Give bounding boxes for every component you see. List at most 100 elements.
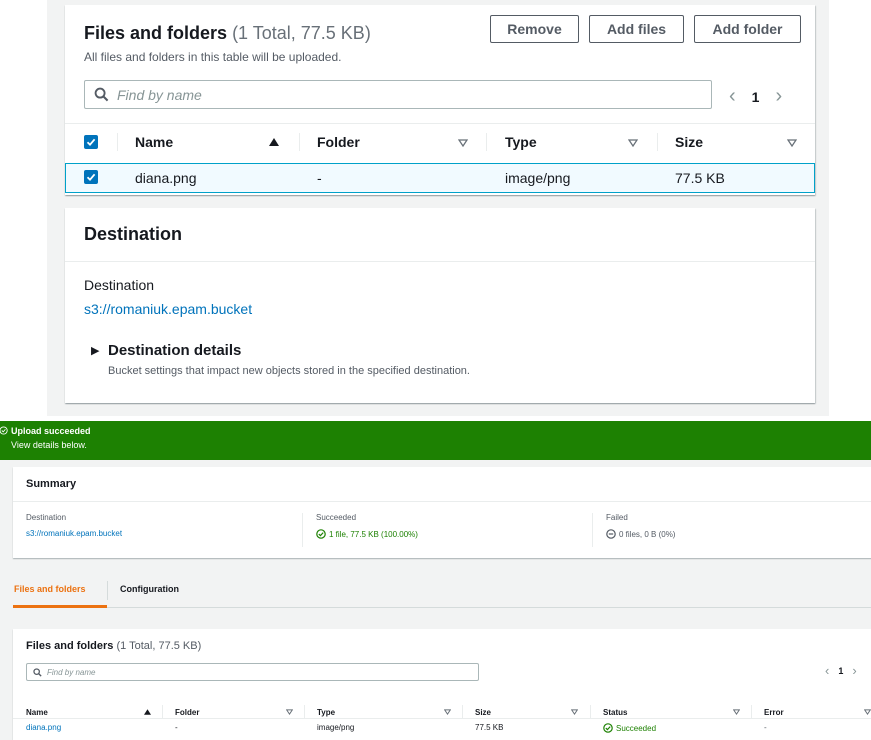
column-header-folder[interactable]: Folder — [175, 708, 199, 717]
search-input[interactable]: Find by name — [84, 80, 712, 109]
column-header-name[interactable]: Name — [26, 708, 48, 717]
column-header-type[interactable]: Type — [317, 708, 335, 717]
cell-error: - — [764, 723, 767, 732]
summary-failed: Failed 0 files, 0 B (0%) — [606, 513, 675, 539]
sort-icon[interactable] — [458, 139, 468, 147]
column-header-folder[interactable]: Folder — [317, 134, 360, 150]
sort-icon[interactable] — [286, 709, 293, 715]
column-header-size[interactable]: Size — [675, 134, 703, 150]
pagination: ‹ 1 › — [729, 85, 782, 108]
tab-files-and-folders[interactable]: Files and folders — [14, 584, 86, 594]
success-flashbar: Upload succeeded View details below. — [0, 421, 871, 460]
search-placeholder: Find by name — [47, 667, 96, 677]
search-icon — [85, 87, 117, 102]
files-status-title: Files and folders — [26, 640, 114, 652]
destination-heading: Destination — [84, 224, 183, 244]
success-icon — [0, 426, 8, 435]
previous-page-icon[interactable]: ‹ — [825, 663, 829, 678]
summary-succeeded-value: 1 file, 77.5 KB (100.00%) — [329, 529, 418, 539]
table-row[interactable]: diana.png - image/png 77.5 KB — [65, 163, 815, 193]
select-all-checkbox[interactable] — [84, 135, 98, 149]
cell-type: image/png — [505, 170, 571, 186]
files-heading-title: Files and folders — [84, 23, 228, 43]
destination-link[interactable]: s3://romaniuk.epam.bucket — [84, 301, 252, 317]
sort-icon[interactable] — [787, 139, 797, 147]
column-divider — [590, 705, 591, 719]
panel-header-divider — [65, 261, 815, 262]
files-description: All files and folders in this table will… — [84, 50, 342, 64]
table-header-top-border — [65, 123, 815, 124]
column-divider — [462, 705, 463, 719]
active-tab-indicator — [13, 605, 107, 608]
column-divider — [657, 133, 658, 151]
summary-destination-link[interactable]: s3://romaniuk.epam.bucket — [26, 529, 122, 538]
column-divider — [162, 705, 163, 719]
column-header-status[interactable]: Status — [603, 708, 627, 717]
summary-succeeded-label: Succeeded — [316, 513, 357, 522]
files-and-folders-panel: Files and folders (1 Total, 77.5 KB) All… — [65, 5, 815, 195]
cell-name: diana.png — [135, 170, 197, 186]
add-files-button[interactable]: Add files — [589, 15, 684, 43]
add-folder-button[interactable]: Add folder — [694, 15, 801, 43]
cell-size: 77.5 KB — [675, 170, 725, 186]
next-page-icon[interactable]: › — [852, 663, 856, 678]
cell-folder: - — [317, 170, 322, 186]
destination-label: Destination — [84, 277, 155, 293]
destination-details-toggle[interactable]: Destination details — [108, 342, 241, 359]
column-header-size[interactable]: Size — [475, 708, 491, 717]
summary-destination: Destination s3://romaniuk.epam.bucket — [26, 513, 122, 538]
tab-bar: Files and folders Configuration — [13, 572, 871, 608]
sort-icon[interactable] — [864, 709, 871, 715]
column-header-error[interactable]: Error — [764, 708, 784, 717]
flash-title: Upload succeeded — [11, 426, 91, 436]
pagination: ‹ 1 › — [825, 663, 857, 678]
column-divider — [117, 133, 118, 151]
summary-succeeded: Succeeded 1 file, 77.5 KB (100.00%) — [316, 513, 418, 539]
files-heading-count: (1 Total, 77.5 KB) — [232, 23, 371, 43]
sort-icon[interactable] — [444, 709, 451, 715]
cell-size: 77.5 KB — [475, 723, 504, 732]
destination-panel: Destination Destination s3://romaniuk.ep… — [65, 208, 815, 403]
success-icon — [316, 529, 326, 539]
sort-ascending-icon[interactable] — [144, 709, 151, 715]
next-page-icon[interactable]: › — [775, 85, 782, 108]
upload-status-page: Upload succeeded View details below. Sum… — [0, 421, 871, 740]
table-header-border — [13, 718, 871, 719]
column-divider — [751, 705, 752, 719]
tab-divider — [107, 581, 108, 600]
previous-page-icon[interactable]: ‹ — [729, 85, 736, 108]
page-number[interactable]: 1 — [752, 89, 760, 105]
files-status-count: (1 Total, 77.5 KB) — [116, 640, 202, 652]
destination-details-description: Bucket settings that impact new objects … — [108, 365, 470, 377]
expand-caret-icon[interactable]: ▶ — [91, 344, 99, 357]
cell-name-link[interactable]: diana.png — [26, 723, 61, 732]
sort-ascending-icon[interactable] — [269, 138, 279, 146]
upload-page: Files and folders (1 Total, 77.5 KB) All… — [0, 0, 871, 421]
remove-button[interactable]: Remove — [490, 15, 579, 43]
success-icon — [603, 723, 613, 733]
cell-status-text: Succeeded — [616, 723, 657, 733]
files-and-folders-status-panel: Files and folders (1 Total, 77.5 KB) Fin… — [13, 629, 871, 740]
summary-destination-label: Destination — [26, 513, 67, 522]
sort-icon[interactable] — [733, 709, 740, 715]
sort-icon[interactable] — [571, 709, 578, 715]
summary-failed-value: 0 files, 0 B (0%) — [619, 529, 676, 539]
row-checkbox[interactable] — [84, 170, 98, 184]
cell-type: image/png — [317, 723, 355, 732]
column-header-name[interactable]: Name — [135, 134, 173, 150]
search-input[interactable]: Find by name — [26, 663, 479, 681]
column-header-type[interactable]: Type — [505, 134, 537, 150]
search-placeholder: Find by name — [117, 86, 202, 103]
files-status-heading: Files and folders (1 Total, 77.5 KB) — [26, 640, 201, 652]
page-number[interactable]: 1 — [838, 666, 843, 676]
tab-configuration[interactable]: Configuration — [120, 584, 179, 594]
summary-title: Summary — [26, 478, 77, 490]
column-divider — [304, 705, 305, 719]
summary-panel: Summary Destination s3://romaniuk.epam.b… — [13, 467, 871, 558]
minus-circle-icon — [606, 529, 616, 539]
cell-status: Succeeded — [603, 723, 656, 733]
cell-folder: - — [175, 723, 178, 732]
summary-failed-label: Failed — [606, 513, 628, 522]
column-divider — [592, 513, 593, 547]
sort-icon[interactable] — [628, 139, 638, 147]
